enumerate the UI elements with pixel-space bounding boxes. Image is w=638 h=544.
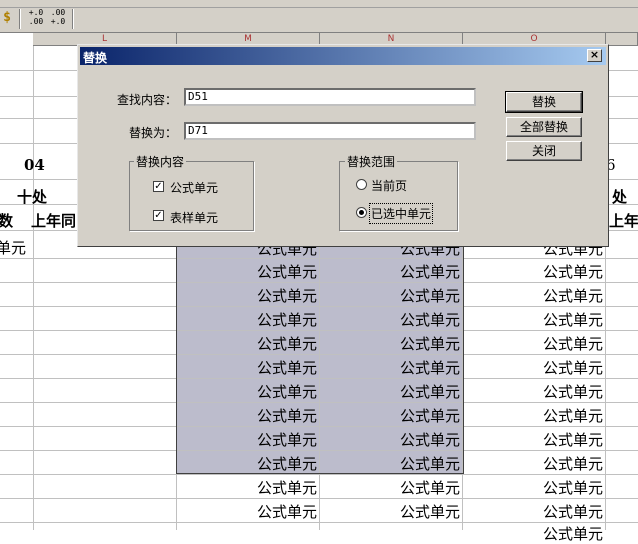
- cell-o[interactable]: 公式单元: [463, 501, 603, 522]
- find-input[interactable]: D51: [184, 88, 476, 106]
- cell-n[interactable]: 公式单元: [320, 381, 460, 402]
- column-header-next[interactable]: [606, 33, 638, 46]
- cell-o[interactable]: 公式单元: [463, 429, 603, 450]
- cell-n[interactable]: 公式单元: [320, 261, 460, 282]
- formatting-toolbar: $ +.0 .00 .00 +.0: [0, 0, 638, 33]
- decrease-decimal-top: .00: [50, 8, 66, 17]
- cell-o[interactable]: 公式单元: [463, 523, 603, 544]
- formula-cells-checkbox[interactable]: ✓: [153, 181, 164, 192]
- cell-m[interactable]: 公式单元: [177, 405, 317, 426]
- cell-m[interactable]: 公式单元: [177, 453, 317, 474]
- cell-n[interactable]: 公式单元: [320, 357, 460, 378]
- cell-m[interactable]: 公式单元: [177, 261, 317, 282]
- replace-label: 替换为：: [129, 126, 178, 140]
- cell-m[interactable]: 公式单元: [177, 357, 317, 378]
- cell-n[interactable]: 公式单元: [320, 309, 460, 330]
- replace-all-button[interactable]: 全部替换: [506, 117, 582, 137]
- row-label-04: 04: [24, 156, 45, 174]
- sample-cells-label[interactable]: 表样单元: [170, 209, 218, 226]
- replace-dialog: 替换 × 查找内容： D51 替换为： D71 替换 全部替换 关闭 替换内容 …: [77, 44, 609, 247]
- cell-m[interactable]: 公式单元: [177, 309, 317, 330]
- cell-n[interactable]: 公式单元: [320, 501, 460, 522]
- grid-hline: [0, 498, 638, 499]
- selected-cells-radio[interactable]: [356, 207, 367, 218]
- cell-m[interactable]: 公式单元: [177, 501, 317, 522]
- cell-m[interactable]: 公式单元: [177, 429, 317, 450]
- close-button[interactable]: 关闭: [506, 141, 582, 161]
- cell-partial-first[interactable]: 单元: [0, 237, 26, 258]
- decrease-decimal-icon[interactable]: .00 +.0: [47, 8, 69, 30]
- close-icon[interactable]: ×: [587, 49, 602, 62]
- selected-cells-label[interactable]: 已选中单元: [368, 203, 434, 224]
- cell-o[interactable]: 公式单元: [463, 357, 603, 378]
- cell-o[interactable]: 公式单元: [463, 453, 603, 474]
- cell-o[interactable]: 公式单元: [463, 309, 603, 330]
- cell-o[interactable]: 公式单元: [463, 477, 603, 498]
- sample-cells-checkbox[interactable]: ✓: [153, 210, 164, 221]
- cell-m[interactable]: 公式单元: [177, 333, 317, 354]
- grid-hline: [0, 474, 638, 475]
- increase-decimal-icon[interactable]: +.0 .00: [25, 8, 47, 30]
- row-label-shichu-left: 十处: [17, 188, 48, 206]
- replace-input[interactable]: D71: [184, 122, 476, 140]
- replace-content-group-title: 替换内容: [134, 153, 187, 170]
- cell-o[interactable]: 公式单元: [463, 333, 603, 354]
- cell-n[interactable]: 公式单元: [320, 453, 460, 474]
- cell-m[interactable]: 公式单元: [177, 477, 317, 498]
- decrease-decimal-bottom: +.0: [50, 17, 66, 26]
- row-label-shu: 数: [0, 212, 14, 230]
- dialog-titlebar[interactable]: 替换 ×: [80, 47, 606, 65]
- radio-dot: [359, 210, 364, 215]
- cell-o[interactable]: 公式单元: [463, 285, 603, 306]
- cell-o[interactable]: 公式单元: [463, 405, 603, 426]
- toolbar-separator: [72, 9, 74, 29]
- cell-n[interactable]: 公式单元: [320, 285, 460, 306]
- row-label-shangnian-left: 上年同: [31, 212, 77, 230]
- formula-cells-label[interactable]: 公式单元: [170, 179, 218, 196]
- cell-n[interactable]: 公式单元: [320, 477, 460, 498]
- replace-button[interactable]: 替换: [505, 91, 583, 113]
- cell-n[interactable]: 公式单元: [320, 429, 460, 450]
- toolbar-separator: [19, 9, 21, 29]
- replace-scope-group-title: 替换范围: [345, 153, 398, 170]
- cell-o[interactable]: 公式单元: [463, 381, 603, 402]
- cell-n[interactable]: 公式单元: [320, 405, 460, 426]
- row-label-shangnian-right: 上年同: [609, 212, 638, 230]
- cell-m[interactable]: 公式单元: [177, 285, 317, 306]
- cell-n[interactable]: 公式单元: [320, 333, 460, 354]
- current-page-radio[interactable]: [356, 179, 367, 190]
- row-label-shichu-right: 处: [612, 188, 628, 206]
- current-page-label[interactable]: 当前页: [371, 177, 407, 194]
- increase-decimal-bottom: .00: [28, 17, 44, 26]
- currency-format-icon[interactable]: $: [0, 8, 18, 30]
- cell-o[interactable]: 公式单元: [463, 261, 603, 282]
- find-label: 查找内容：: [117, 93, 178, 107]
- toolbar-top-strip: [0, 0, 638, 8]
- cell-m[interactable]: 公式单元: [177, 381, 317, 402]
- dialog-title: 替换: [83, 51, 108, 65]
- increase-decimal-top: +.0: [28, 8, 44, 17]
